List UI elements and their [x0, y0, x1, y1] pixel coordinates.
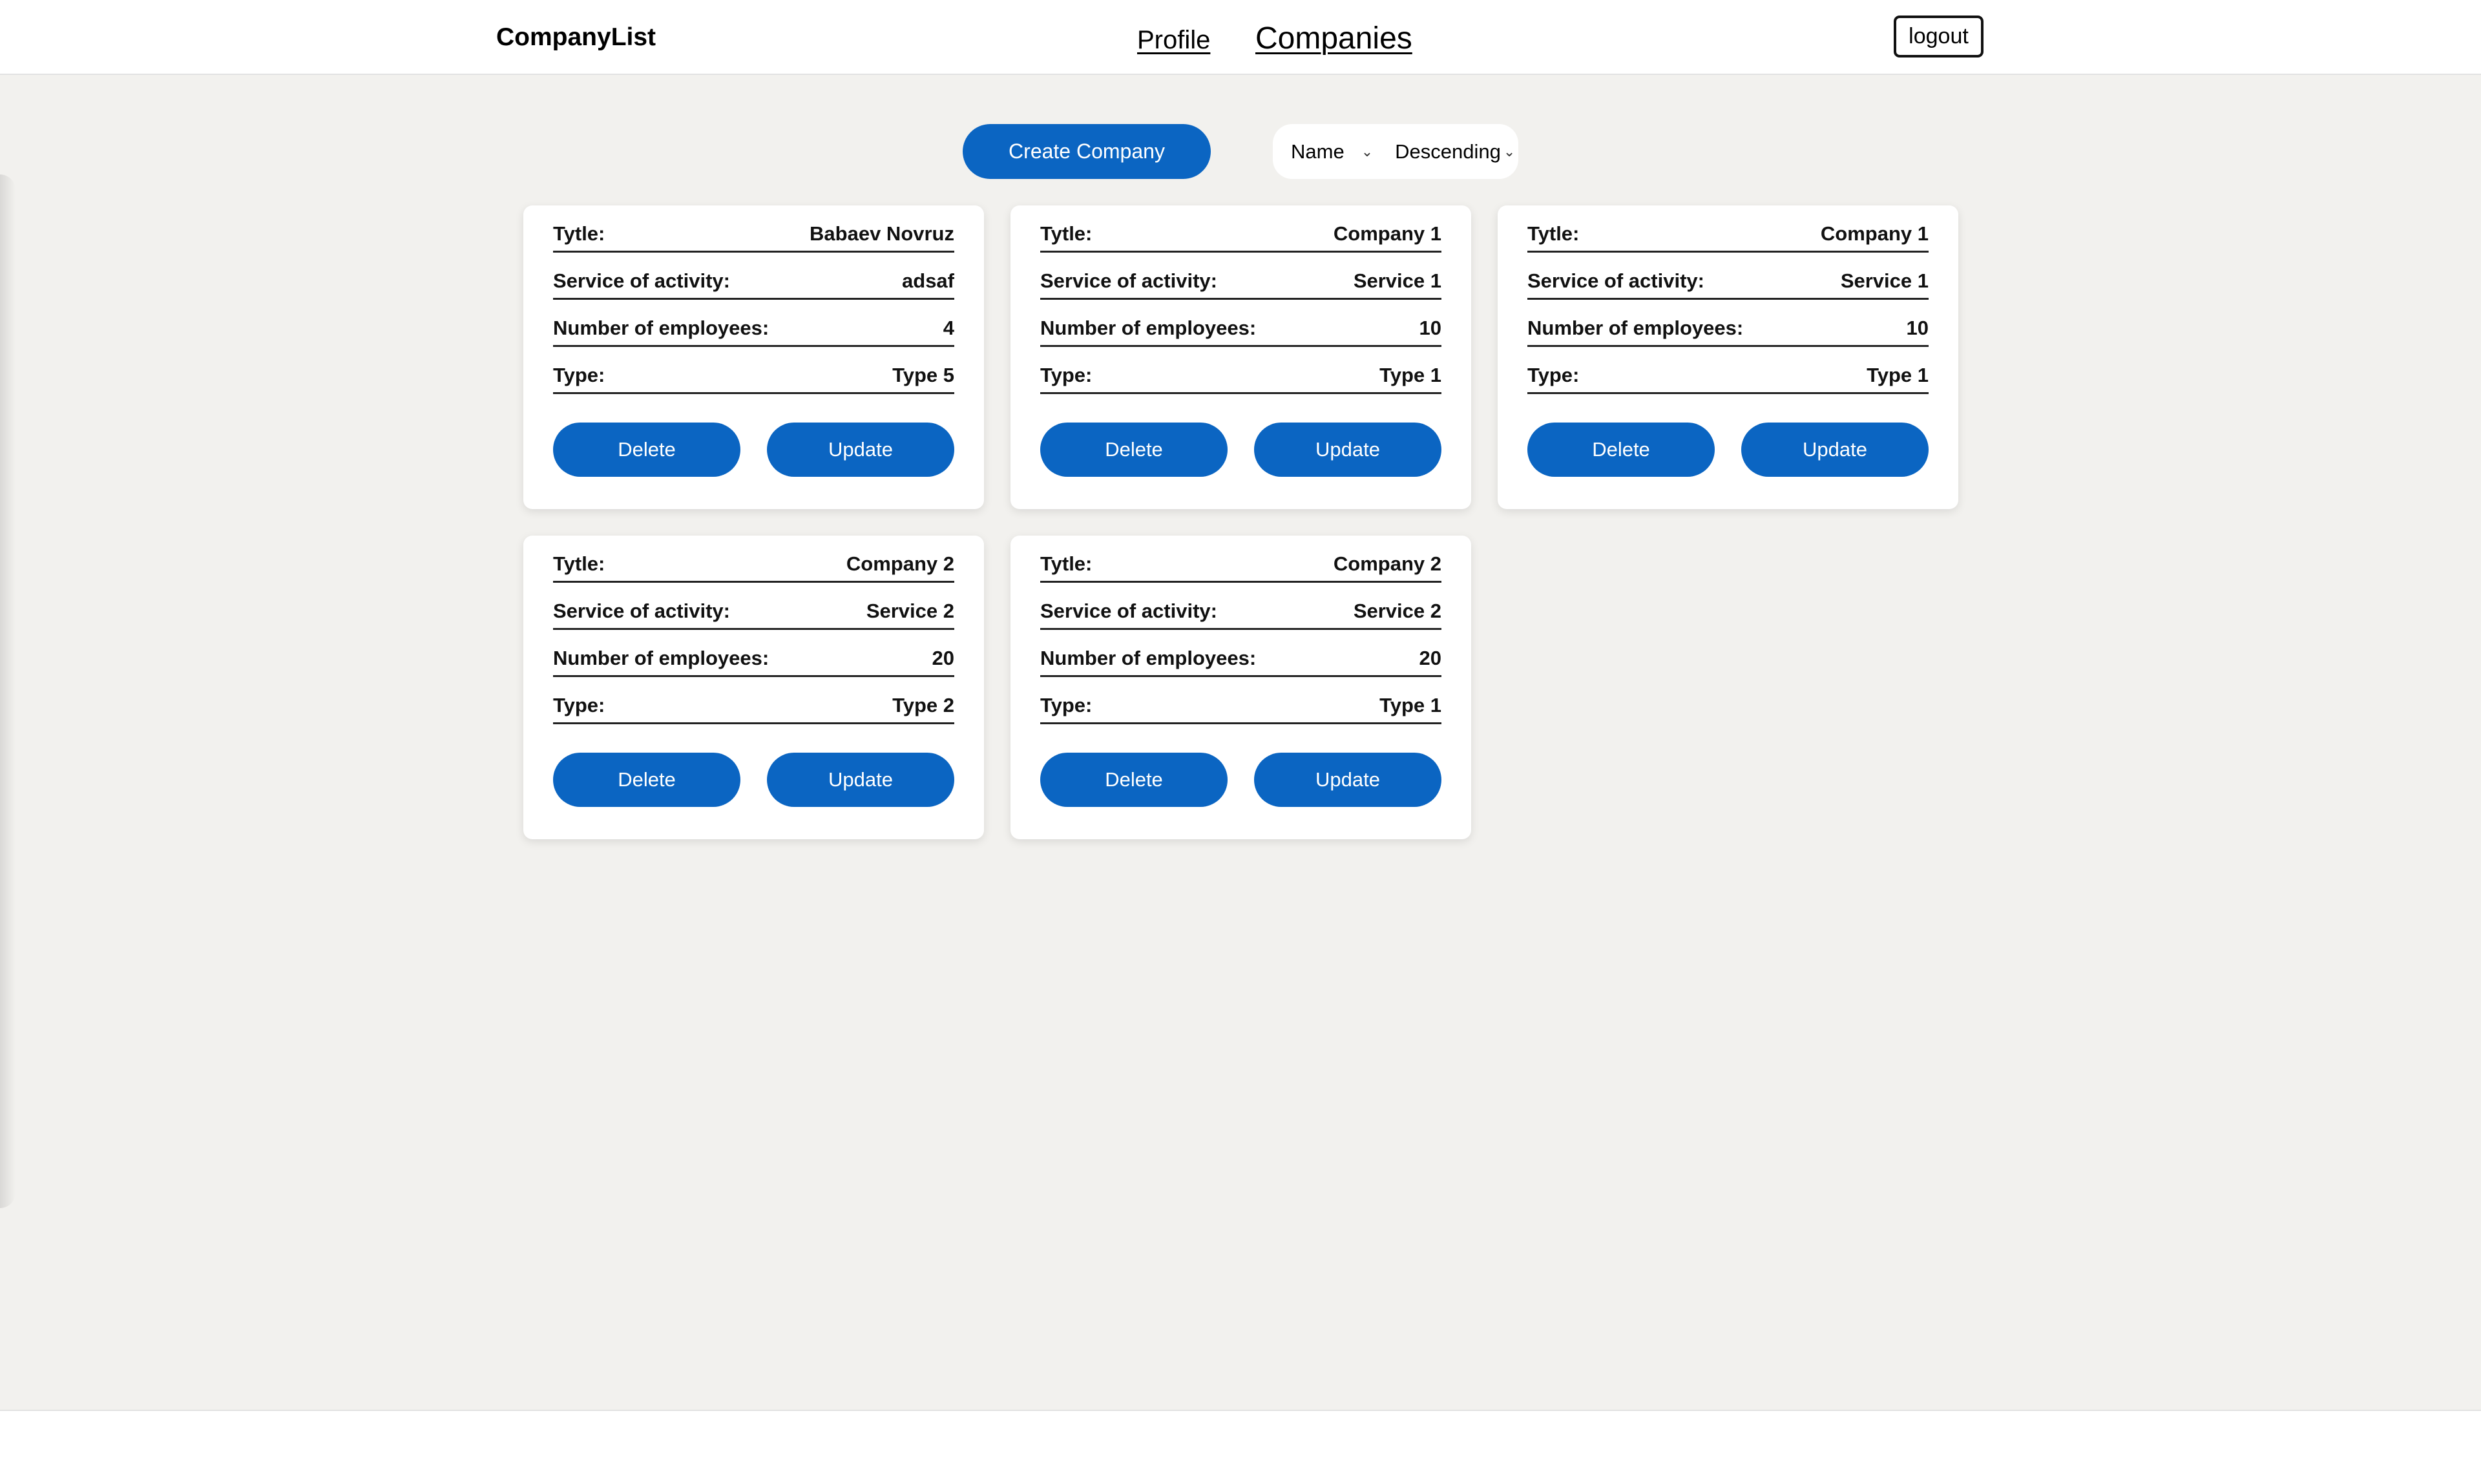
field-service-row: Service of activity: Service 1: [1527, 253, 1929, 300]
field-label: Service of activity:: [1040, 600, 1217, 622]
field-service-row: Service of activity: adsaf: [553, 253, 954, 300]
field-value: adsaf: [902, 269, 954, 292]
field-title-row: Tytle: Babaev Novruz: [553, 205, 954, 253]
field-service-row: Service of activity: Service 1: [1040, 253, 1441, 300]
update-button[interactable]: Update: [1254, 423, 1441, 477]
field-label: Number of employees:: [1527, 317, 1744, 339]
field-value: 4: [943, 317, 954, 339]
field-value: Service 2: [1353, 600, 1441, 622]
field-type-row: Type: Type 2: [553, 677, 954, 724]
field-value: Company 2: [1333, 552, 1441, 575]
field-value: Company 1: [1333, 222, 1441, 245]
field-value: Service 1: [1840, 269, 1929, 292]
logout-button[interactable]: logout: [1894, 16, 1984, 57]
field-label: Number of employees:: [1040, 317, 1257, 339]
field-type-row: Type: Type 5: [553, 347, 954, 394]
field-label: Number of employees:: [1040, 647, 1257, 669]
update-button[interactable]: Update: [1254, 753, 1441, 807]
side-panel-edge: [0, 174, 16, 1208]
field-label: Type:: [1527, 364, 1580, 386]
field-value: 20: [932, 647, 954, 669]
field-title-row: Tytle: Company 2: [553, 536, 954, 583]
nav-companies-link[interactable]: Companies: [1255, 21, 1412, 56]
field-label: Number of employees:: [553, 317, 769, 339]
footer: [0, 1410, 2481, 1484]
field-value: 20: [1419, 647, 1441, 669]
company-card: Tytle: Company 1 Service of activity: Se…: [1498, 205, 1958, 509]
field-value: Service 2: [866, 600, 954, 622]
field-type-row: Type: Type 1: [1040, 347, 1441, 394]
field-value: Type 1: [1867, 364, 1929, 386]
delete-button[interactable]: Delete: [553, 423, 740, 477]
field-label: Type:: [553, 694, 605, 716]
update-button[interactable]: Update: [1741, 423, 1929, 477]
brand-logo[interactable]: CompanyList: [496, 23, 656, 52]
field-employees-row: Number of employees: 20: [553, 630, 954, 677]
field-type-row: Type: Type 1: [1527, 347, 1929, 394]
sort-order-value: Descending: [1395, 140, 1501, 163]
field-value: Type 1: [1379, 694, 1441, 716]
field-title-row: Tytle: Company 2: [1040, 536, 1441, 583]
sort-order-select[interactable]: Descending ⌄: [1395, 140, 1520, 163]
field-label: Tytle:: [553, 222, 605, 245]
field-value: Company 1: [1820, 222, 1929, 245]
field-employees-row: Number of employees: 10: [1527, 300, 1929, 347]
nav-profile-link[interactable]: Profile: [1137, 26, 1210, 55]
company-card: Tytle: Babaev Novruz Service of activity…: [523, 205, 984, 509]
field-label: Tytle:: [553, 552, 605, 575]
field-value: Company 2: [846, 552, 954, 575]
field-value: 10: [1419, 317, 1441, 339]
update-button[interactable]: Update: [767, 753, 954, 807]
field-service-row: Service of activity: Service 2: [553, 583, 954, 630]
field-label: Number of employees:: [553, 647, 769, 669]
field-label: Service of activity:: [1527, 269, 1704, 292]
field-label: Type:: [1040, 364, 1093, 386]
field-label: Tytle:: [1040, 222, 1093, 245]
field-title-row: Tytle: Company 1: [1040, 205, 1441, 253]
field-label: Type:: [553, 364, 605, 386]
field-value: Type 5: [892, 364, 954, 386]
delete-button[interactable]: Delete: [1040, 753, 1228, 807]
company-card: Tytle: Company 2 Service of activity: Se…: [523, 536, 984, 839]
field-employees-row: Number of employees: 10: [1040, 300, 1441, 347]
company-card: Tytle: Company 1 Service of activity: Se…: [1010, 205, 1471, 509]
update-button[interactable]: Update: [767, 423, 954, 477]
delete-button[interactable]: Delete: [553, 753, 740, 807]
field-label: Service of activity:: [1040, 269, 1217, 292]
field-value: Type 2: [892, 694, 954, 716]
field-value: 10: [1906, 317, 1929, 339]
field-value: Babaev Novruz: [810, 222, 954, 245]
sort-controls: Name ⌄ Descending ⌄: [1273, 124, 1518, 179]
create-company-button[interactable]: Create Company: [963, 124, 1211, 179]
field-type-row: Type: Type 1: [1040, 677, 1441, 724]
sort-field-value: Name: [1291, 140, 1345, 163]
field-label: Service of activity:: [553, 600, 730, 622]
field-label: Tytle:: [1040, 552, 1093, 575]
field-value: Service 1: [1353, 269, 1441, 292]
top-navbar: CompanyList Profile Companies logout: [0, 0, 2481, 75]
delete-button[interactable]: Delete: [1527, 423, 1715, 477]
company-card: Tytle: Company 2 Service of activity: Se…: [1010, 536, 1471, 839]
delete-button[interactable]: Delete: [1040, 423, 1228, 477]
field-service-row: Service of activity: Service 2: [1040, 583, 1441, 630]
field-title-row: Tytle: Company 1: [1527, 205, 1929, 253]
field-label: Tytle:: [1527, 222, 1580, 245]
chevron-down-icon: ⌄: [1361, 143, 1374, 160]
field-label: Type:: [1040, 694, 1093, 716]
field-employees-row: Number of employees: 20: [1040, 630, 1441, 677]
field-value: Type 1: [1379, 364, 1441, 386]
chevron-down-icon: ⌄: [1503, 143, 1516, 160]
sort-field-select[interactable]: Name ⌄: [1291, 140, 1378, 163]
field-employees-row: Number of employees: 4: [553, 300, 954, 347]
field-label: Service of activity:: [553, 269, 730, 292]
